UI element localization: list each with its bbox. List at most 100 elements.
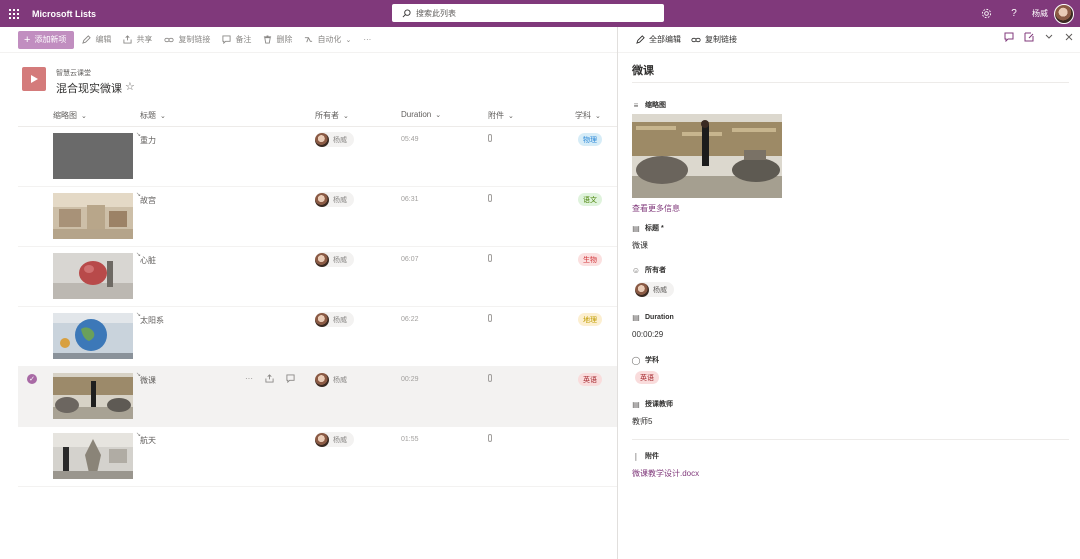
help-icon: ?: [1011, 8, 1017, 19]
field-value-owner[interactable]: 杨威: [635, 282, 674, 297]
dinosaur-preview-graphic: [632, 114, 782, 198]
item-title[interactable]: ↘ 故宫: [136, 192, 156, 206]
item-title[interactable]: ↘ 太阳系: [136, 312, 164, 326]
field-label-duration: ▤ Duration: [632, 312, 674, 322]
table-row[interactable]: ↘ 重力 杨威 05:49 物理: [18, 127, 617, 187]
thumbnail-image[interactable]: [53, 193, 133, 239]
thumbnail-image[interactable]: [53, 433, 133, 479]
column-header-subject[interactable]: 学科 ⌄: [575, 110, 601, 121]
field-value-title[interactable]: 微课: [632, 240, 648, 251]
owner-chip[interactable]: 杨威: [315, 132, 354, 147]
owner-chip[interactable]: 杨威: [315, 312, 354, 327]
paperclip-icon: ∣: [634, 451, 638, 461]
edit-form-icon[interactable]: [1024, 32, 1034, 42]
thumbnail-image[interactable]: [53, 253, 133, 299]
delete-button[interactable]: 删除: [263, 34, 292, 45]
copy-link-button[interactable]: 复制链接: [164, 34, 210, 45]
field-value-duration[interactable]: 00:00:29: [632, 330, 663, 339]
list-logo: [22, 67, 46, 91]
table-row[interactable]: ↘ 太阳系 杨威 06:22 地理: [18, 307, 617, 367]
panel-copy-link-button[interactable]: 复制链接: [691, 34, 737, 45]
owner-chip[interactable]: 杨威: [315, 432, 354, 447]
chevron-down-icon: ⌄: [345, 36, 352, 44]
see-more-info-link[interactable]: 查看更多信息: [632, 203, 680, 214]
text-field-icon: ≡: [633, 100, 639, 110]
item-title[interactable]: ↘ 重力: [136, 132, 156, 146]
table-row[interactable]: ↘ 故宫 杨威 06:31 语文: [18, 187, 617, 247]
owner-avatar: [315, 192, 329, 207]
column-header-thumbnail[interactable]: 缩略图 ⌄: [53, 110, 87, 121]
app-launcher-button[interactable]: [0, 0, 28, 27]
duration-value: 06:31: [401, 196, 419, 203]
table-row[interactable]: ↘ 航天 杨威 01:55: [18, 427, 617, 487]
paperclip-icon[interactable]: [488, 374, 492, 382]
automate-icon: [305, 37, 313, 43]
chevron-down-icon: ⌄: [595, 113, 601, 120]
paperclip-icon[interactable]: [488, 254, 492, 262]
text-field-icon: ▤: [632, 312, 640, 322]
attachment-link[interactable]: 微课教学设计.docx: [632, 468, 699, 479]
user-name[interactable]: 杨威: [1032, 8, 1048, 19]
share-icon[interactable]: [265, 374, 274, 383]
owner-chip[interactable]: 杨威: [315, 372, 354, 387]
comment-icon[interactable]: [286, 374, 295, 383]
choice-icon: ◯: [631, 355, 641, 365]
user-avatar[interactable]: [1054, 3, 1074, 24]
thumbnail-image[interactable]: [53, 313, 133, 359]
close-icon[interactable]: [1064, 32, 1074, 42]
owner-chip[interactable]: 杨威: [315, 252, 354, 267]
subject-badge: 生物: [578, 253, 602, 266]
checkmark-icon[interactable]: ✓: [27, 374, 37, 384]
table-row[interactable]: ✓ ↘ 微课 ··· 杨威 00:29 英语: [18, 367, 617, 427]
duration-value: 05:49: [401, 136, 419, 143]
search-box[interactable]: 搜索此列表: [392, 4, 664, 22]
comment-icon: [222, 35, 231, 44]
edit-all-button[interactable]: 全部编辑: [636, 34, 681, 45]
edit-button[interactable]: 编辑: [82, 34, 111, 45]
settings-button[interactable]: [972, 0, 1000, 27]
paperclip-icon[interactable]: [488, 434, 492, 442]
suite-bar: Microsoft Lists 搜索此列表 ? 杨威: [0, 0, 1080, 27]
item-details-panel: 全部编辑 复制链接 微课 ≡ 缩略图 查看更多信息 ▤ 标题 * 微课 ☺ 所有者 杨…: [617, 27, 1080, 559]
help-button[interactable]: ?: [1000, 0, 1028, 27]
duration-value: 06:22: [401, 316, 419, 323]
comment-button[interactable]: 备注: [222, 34, 251, 45]
paperclip-icon[interactable]: [488, 314, 492, 322]
column-header-duration[interactable]: Duration ⌄: [401, 110, 441, 119]
table-row[interactable]: ↘ 心脏 杨威 06:07 生物: [18, 247, 617, 307]
item-title[interactable]: ↘ 心脏: [136, 252, 156, 266]
chevron-down-icon: ⌄: [343, 113, 349, 120]
field-label-thumbnail: ≡ 缩略图: [633, 100, 666, 110]
thumbnail-image[interactable]: [53, 133, 133, 179]
item-title[interactable]: ↘ 微课: [136, 372, 156, 386]
thumbnail-preview[interactable]: [632, 114, 782, 198]
more-commands-button[interactable]: ···: [363, 35, 371, 44]
owner-chip[interactable]: 杨威: [315, 192, 354, 207]
divider: [632, 439, 1069, 440]
site-name[interactable]: 智慧云课堂: [56, 68, 91, 78]
row-actions: ···: [245, 374, 295, 383]
comment-icon[interactable]: [1004, 32, 1014, 42]
app-name[interactable]: Microsoft Lists: [32, 9, 96, 19]
paperclip-icon[interactable]: [488, 194, 492, 202]
favorite-star-icon[interactable]: ☆: [125, 80, 135, 93]
duration-value: 01:55: [401, 436, 419, 443]
add-new-item-button[interactable]: + 添加新项: [18, 30, 75, 49]
field-label-teacher: ▤ 授课教师: [632, 399, 673, 409]
dinosaur-thumbnail-graphic: [53, 373, 133, 419]
column-header-title[interactable]: 标题 ⌄: [140, 110, 166, 121]
list-header: 智慧云课堂 混合现实微课 ☆: [0, 53, 617, 103]
field-value-subject[interactable]: 英语: [635, 371, 659, 384]
automate-button[interactable]: 自动化 ⌄: [304, 34, 351, 45]
thumbnail-image[interactable]: [53, 373, 133, 419]
item-title[interactable]: ↘ 航天: [136, 432, 156, 446]
more-actions-button[interactable]: ···: [245, 374, 253, 383]
solar-system-thumbnail-graphic: [53, 313, 133, 359]
waffle-icon: [9, 8, 19, 19]
column-header-attachment[interactable]: 附件 ⌄: [488, 110, 514, 121]
field-value-teacher[interactable]: 教师5: [632, 416, 652, 427]
paperclip-icon[interactable]: [488, 134, 492, 142]
share-button[interactable]: 共享: [123, 34, 152, 45]
column-header-owner[interactable]: 所有者 ⌄: [315, 110, 349, 121]
chevron-down-icon[interactable]: [1044, 32, 1054, 42]
